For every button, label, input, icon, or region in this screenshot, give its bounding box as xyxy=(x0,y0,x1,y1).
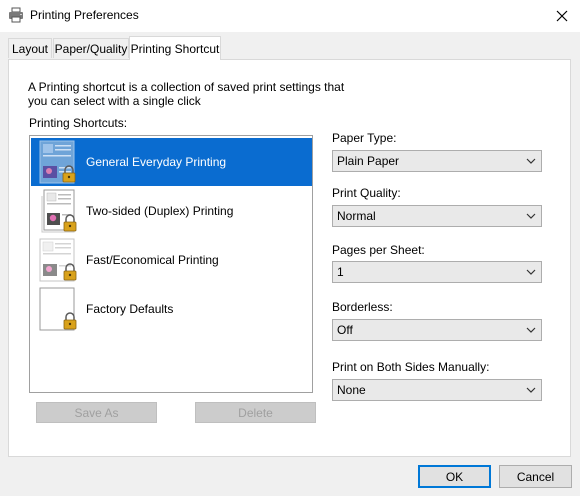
delete-button[interactable]: Delete xyxy=(195,402,316,423)
tab-layout[interactable]: Layout xyxy=(8,38,52,58)
close-icon xyxy=(556,10,568,22)
shortcut-description: A Printing shortcut is a collection of s… xyxy=(28,80,345,108)
shortcut-item-general[interactable]: General Everyday Printing xyxy=(31,138,312,186)
shortcut-item-duplex[interactable]: Two-sided (Duplex) Printing xyxy=(31,187,312,235)
print-both-sides-label: Print on Both Sides Manually: xyxy=(332,360,490,374)
printer-icon xyxy=(9,7,23,23)
borderless-select[interactable]: Off xyxy=(332,319,542,341)
shortcut-item-label: Fast/Economical Printing xyxy=(86,253,219,267)
shortcut-item-factory-defaults[interactable]: Factory Defaults xyxy=(31,285,312,333)
duplex-document-icon xyxy=(41,189,77,233)
paper-type-value: Plain Paper xyxy=(337,154,400,168)
shortcuts-listbox[interactable]: General Everyday Printing Two-sided (Dup… xyxy=(29,135,313,393)
shortcut-item-label: Factory Defaults xyxy=(86,302,174,316)
print-quality-label: Print Quality: xyxy=(332,186,401,200)
chevron-down-icon xyxy=(526,269,536,275)
shortcut-item-label: General Everyday Printing xyxy=(86,155,227,169)
window-title: Printing Preferences xyxy=(30,8,139,22)
shortcut-item-economy[interactable]: Fast/Economical Printing xyxy=(31,236,312,284)
cancel-button[interactable]: Cancel xyxy=(499,465,572,488)
save-as-button[interactable]: Save As xyxy=(36,402,157,423)
shortcuts-label: Printing Shortcuts: xyxy=(29,116,128,130)
print-both-sides-select[interactable]: None xyxy=(332,379,542,401)
chevron-down-icon xyxy=(526,327,536,333)
borderless-label: Borderless: xyxy=(332,300,393,314)
chevron-down-icon xyxy=(526,213,536,219)
shortcut-item-label: Two-sided (Duplex) Printing xyxy=(86,204,234,218)
economy-document-icon xyxy=(39,238,77,282)
chevron-down-icon xyxy=(526,158,536,164)
paper-type-label: Paper Type: xyxy=(332,131,397,145)
print-quality-select[interactable]: Normal xyxy=(332,205,542,227)
print-quality-value: Normal xyxy=(337,209,376,223)
paper-type-select[interactable]: Plain Paper xyxy=(332,150,542,172)
blank-document-icon xyxy=(39,287,77,331)
pages-per-sheet-select[interactable]: 1 xyxy=(332,261,542,283)
general-document-icon xyxy=(39,140,76,184)
pages-per-sheet-value: 1 xyxy=(337,265,344,279)
tab-printing-shortcut[interactable]: Printing Shortcut xyxy=(129,36,221,60)
tab-paper-quality[interactable]: Paper/Quality xyxy=(53,38,129,58)
close-button[interactable] xyxy=(544,0,580,32)
ok-button[interactable]: OK xyxy=(418,465,491,488)
chevron-down-icon xyxy=(526,387,536,393)
borderless-value: Off xyxy=(337,323,353,337)
print-both-sides-value: None xyxy=(337,383,366,397)
pages-per-sheet-label: Pages per Sheet: xyxy=(332,243,425,257)
